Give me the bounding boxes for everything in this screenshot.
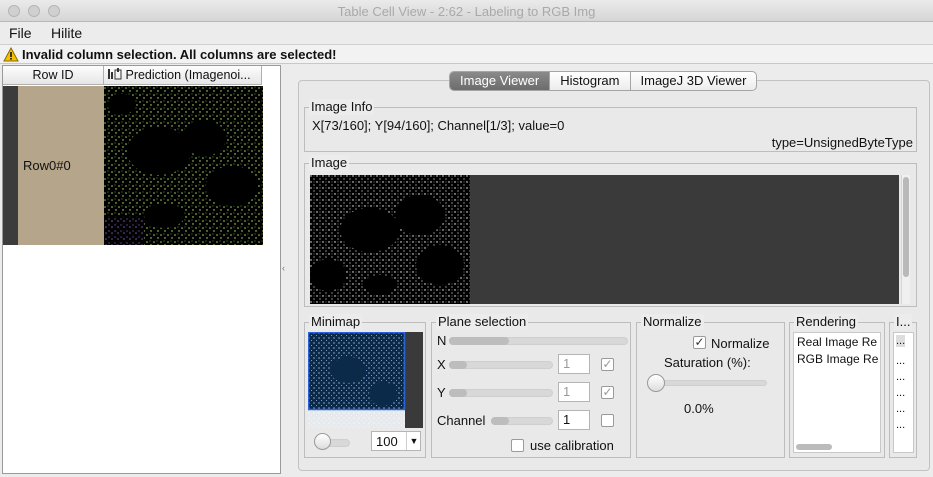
title-bar: Table Cell View - 2:62 - Labeling to RGB… xyxy=(0,0,933,22)
use-calibration-label: use calibration xyxy=(530,438,614,453)
column-header-prediction[interactable]: Prediction (Imagenoi... xyxy=(104,66,262,85)
zoom-value: 100 xyxy=(376,434,398,449)
menu-file[interactable]: File xyxy=(9,25,32,41)
tab-image-viewer[interactable]: Image Viewer xyxy=(450,72,551,90)
column-header-row-id[interactable]: Row ID xyxy=(3,66,104,85)
normalize-group: Normalize ✓ Normalize Saturation (%): 0.… xyxy=(636,314,785,458)
image-display[interactable] xyxy=(310,175,470,304)
normalize-title: Normalize xyxy=(641,314,704,330)
info-group: I... ... ... ... ... ... ... xyxy=(889,314,917,458)
list-item[interactable]: Real Image Re xyxy=(797,335,877,349)
minimap-title: Minimap xyxy=(309,314,363,330)
list-item[interactable]: ... xyxy=(896,355,905,367)
warning-text: Invalid column selection. All columns ar… xyxy=(22,47,337,62)
plane-checkbox-y[interactable]: ✓ xyxy=(601,386,614,399)
row-id-cell: Row0#0 xyxy=(23,158,71,173)
prediction-thumbnail[interactable] xyxy=(104,86,263,245)
image-info-group: Image Info X[73/160]; Y[94/160]; Channel… xyxy=(304,99,917,152)
plane-checkbox-channel[interactable] xyxy=(601,414,614,427)
plane-spinner-channel[interactable]: 1 xyxy=(558,410,590,430)
warning-bar: Invalid column selection. All columns ar… xyxy=(0,44,933,64)
image-canvas[interactable] xyxy=(310,175,899,304)
list-item[interactable]: ... xyxy=(896,371,905,383)
use-calibration-checkbox[interactable] xyxy=(511,439,524,452)
divider-grip-icon: ‹ xyxy=(282,263,285,273)
zoom-combobox[interactable]: 100 ▼ xyxy=(371,431,421,451)
plane-slider-x-thumb[interactable] xyxy=(449,361,467,369)
image-info-title: Image Info xyxy=(309,99,375,115)
plane-selection-group: Plane selection N X 1 ✓ Y 1 ✓ Channel 1 … xyxy=(431,314,631,458)
plane-checkbox-x[interactable]: ✓ xyxy=(601,358,614,371)
table-row[interactable]: Row0#0 xyxy=(3,86,104,245)
rendering-list[interactable]: Real Image Re RGB Image Re xyxy=(793,332,881,453)
zoom-slider-knob[interactable] xyxy=(314,433,331,450)
image-column-icon xyxy=(108,68,122,80)
row-selection-marker xyxy=(3,86,18,245)
image-info-text: X[73/160]; Y[94/160]; Channel[1/3]; valu… xyxy=(312,118,565,133)
image-scrollbar[interactable] xyxy=(901,175,910,304)
rendering-group: Rendering Real Image Re RGB Image Re xyxy=(789,314,885,458)
warning-icon xyxy=(3,47,19,62)
viewer-tabs: Image Viewer Histogram ImageJ 3D Viewer xyxy=(449,71,758,91)
plane-label-n: N xyxy=(437,333,447,348)
saturation-label: Saturation (%): xyxy=(664,355,751,370)
saturation-slider-knob[interactable] xyxy=(647,374,665,392)
plane-label-x: X xyxy=(437,357,446,372)
tab-imagej-3d-viewer[interactable]: ImageJ 3D Viewer xyxy=(631,72,757,90)
plane-spinner-y[interactable]: 1 xyxy=(558,382,590,402)
image-scrollbar-thumb[interactable] xyxy=(903,177,909,277)
image-group: Image xyxy=(304,155,917,307)
chevron-down-icon[interactable]: ▼ xyxy=(406,432,421,450)
plane-label-channel: Channel xyxy=(437,413,486,428)
rendering-scrollbar-thumb[interactable] xyxy=(796,444,832,450)
table-view[interactable]: Row ID Prediction (Imagenoi... Row0#0 xyxy=(2,65,281,474)
list-item[interactable]: ... xyxy=(896,387,905,399)
list-item[interactable]: RGB Image Re xyxy=(797,352,878,366)
minimap-group: Minimap 100 ▼ xyxy=(304,314,426,458)
list-item[interactable]: ... xyxy=(896,335,906,347)
tab-histogram[interactable]: Histogram xyxy=(550,72,631,90)
menu-hilite[interactable]: Hilite xyxy=(51,25,82,41)
viewer-pane: Image Viewer Histogram ImageJ 3D Viewer … xyxy=(289,66,932,474)
info-list[interactable]: ... ... ... ... ... ... xyxy=(893,332,914,453)
plane-label-y: Y xyxy=(437,385,446,400)
saturation-value: 0.0% xyxy=(684,401,714,416)
column-header-label: Prediction (Imagenoi... xyxy=(125,68,251,82)
split-divider[interactable]: ‹ xyxy=(281,65,289,474)
normalize-checkbox-label: Normalize xyxy=(711,336,770,351)
rendering-title: Rendering xyxy=(794,314,858,330)
plane-spinner-x[interactable]: 1 xyxy=(558,354,590,374)
image-type-text: type=UnsignedByteType xyxy=(771,135,913,150)
minimap-view[interactable] xyxy=(308,332,423,428)
plane-slider-channel-thumb[interactable] xyxy=(491,417,509,425)
window-title: Table Cell View - 2:62 - Labeling to RGB… xyxy=(337,4,596,19)
saturation-slider[interactable] xyxy=(650,380,767,386)
menu-bar: File Hilite xyxy=(0,22,933,44)
list-item[interactable]: ... xyxy=(896,403,905,415)
normalize-checkbox[interactable]: ✓ xyxy=(693,336,706,349)
plane-selection-title: Plane selection xyxy=(436,314,529,330)
plane-slider-y-thumb[interactable] xyxy=(449,389,467,397)
image-title: Image xyxy=(309,155,350,171)
plane-slider-n-thumb[interactable] xyxy=(449,337,509,345)
info-title: I... xyxy=(894,314,913,330)
column-header-label: Row ID xyxy=(32,68,74,82)
list-item[interactable]: ... xyxy=(896,419,905,431)
